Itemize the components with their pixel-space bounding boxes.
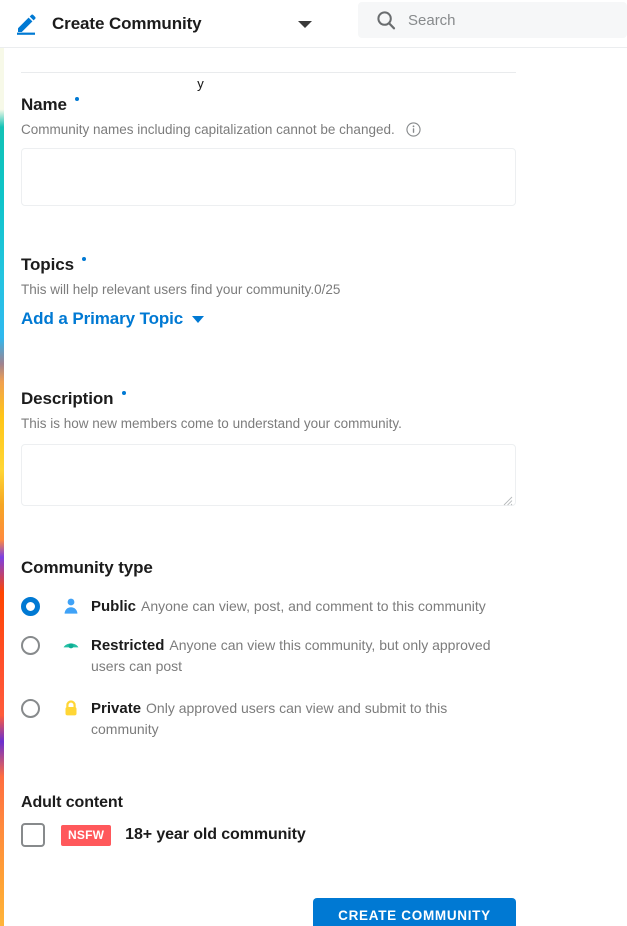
- topics-helper-row: This will help relevant users find your …: [21, 282, 340, 297]
- nsfw-checkbox[interactable]: [21, 823, 45, 847]
- topics-label-row: Topics: [21, 255, 340, 275]
- required-dot-icon: [75, 96, 80, 101]
- topics-label: Topics: [21, 255, 74, 274]
- search-input[interactable]: Search: [358, 2, 627, 38]
- restricted-texts: Restricted Anyone can view this community…: [91, 635, 511, 677]
- adult-content-label: Adult content: [21, 794, 123, 811]
- community-description-textarea[interactable]: [21, 444, 516, 506]
- name-helper-text: Community names including capitalization…: [21, 122, 395, 137]
- left-color-strip: [0, 48, 4, 926]
- search-placeholder: Search: [408, 11, 456, 29]
- adult-content-section: Adult content NSFW 18+ year old communit…: [21, 794, 306, 847]
- community-type-option-public[interactable]: Public Anyone can view, post, and comment…: [21, 596, 511, 617]
- info-circle-icon[interactable]: [406, 122, 421, 137]
- community-type-section: Community type Public Anyone can view, po…: [21, 558, 511, 740]
- restricted-name: Restricted: [91, 637, 165, 654]
- name-label-row: Name: [21, 95, 516, 115]
- person-icon: [62, 597, 80, 615]
- topics-helper-text: This will help relevant users find your …: [21, 282, 341, 297]
- nsfw-checkbox-label: 18+ year old community: [125, 826, 306, 843]
- description-helper-text: This is how new members come to understa…: [21, 416, 402, 431]
- community-type-option-restricted[interactable]: Restricted Anyone can view this community…: [21, 635, 511, 677]
- resize-handle-icon[interactable]: [503, 493, 513, 506]
- clipped-scrolled-text: y: [197, 81, 204, 91]
- create-community-menu-trigger[interactable]: Create Community: [0, 0, 340, 48]
- header-divider: [0, 47, 627, 48]
- private-texts: Private Only approved users can view and …: [91, 698, 511, 740]
- create-community-button[interactable]: CREATE COMMUNITY: [313, 898, 516, 926]
- search-icon: [376, 10, 396, 30]
- name-label: Name: [21, 95, 67, 114]
- chevron-down-icon[interactable]: [298, 20, 312, 28]
- name-helper-row: Community names including capitalization…: [21, 122, 516, 137]
- private-description: Only approved users can view and submit …: [91, 700, 448, 737]
- caret-down-icon: [192, 315, 205, 323]
- required-dot-icon: [121, 390, 126, 395]
- add-primary-topic-label: Add a Primary Topic: [21, 309, 184, 328]
- description-section: Description This is how new members come…: [21, 389, 516, 506]
- nsfw-row[interactable]: NSFW 18+ year old community: [21, 823, 306, 847]
- community-type-label: Community type: [21, 558, 153, 577]
- description-helper-row: This is how new members come to understa…: [21, 416, 516, 431]
- radio-private[interactable]: [21, 699, 40, 718]
- top-header-bar: Create Community Search: [0, 0, 627, 48]
- radio-public[interactable]: [21, 597, 40, 616]
- eye-icon: [62, 636, 80, 654]
- lock-icon: [62, 699, 80, 717]
- community-name-input[interactable]: [21, 148, 516, 206]
- public-description: Anyone can view, post, and comment to th…: [141, 598, 486, 614]
- public-name: Public: [91, 598, 137, 615]
- private-name: Private: [91, 700, 142, 717]
- description-label: Description: [21, 389, 114, 408]
- topics-section: Topics This will help relevant users fin…: [21, 255, 340, 329]
- form-top-divider: [21, 72, 516, 73]
- page-title: Create Community: [52, 14, 202, 33]
- name-section: Name Community names including capitaliz…: [21, 95, 516, 206]
- description-label-row: Description: [21, 389, 516, 409]
- radio-restricted[interactable]: [21, 636, 40, 655]
- add-primary-topic-dropdown[interactable]: Add a Primary Topic: [21, 309, 205, 329]
- create-community-page: Create Community Search y Name Community…: [0, 0, 627, 926]
- community-type-option-private[interactable]: Private Only approved users can view and …: [21, 698, 511, 740]
- public-texts: Public Anyone can view, post, and comment…: [91, 596, 486, 617]
- required-dot-icon: [82, 256, 87, 261]
- nsfw-badge: NSFW: [61, 824, 112, 846]
- edit-pen-icon: [14, 12, 38, 36]
